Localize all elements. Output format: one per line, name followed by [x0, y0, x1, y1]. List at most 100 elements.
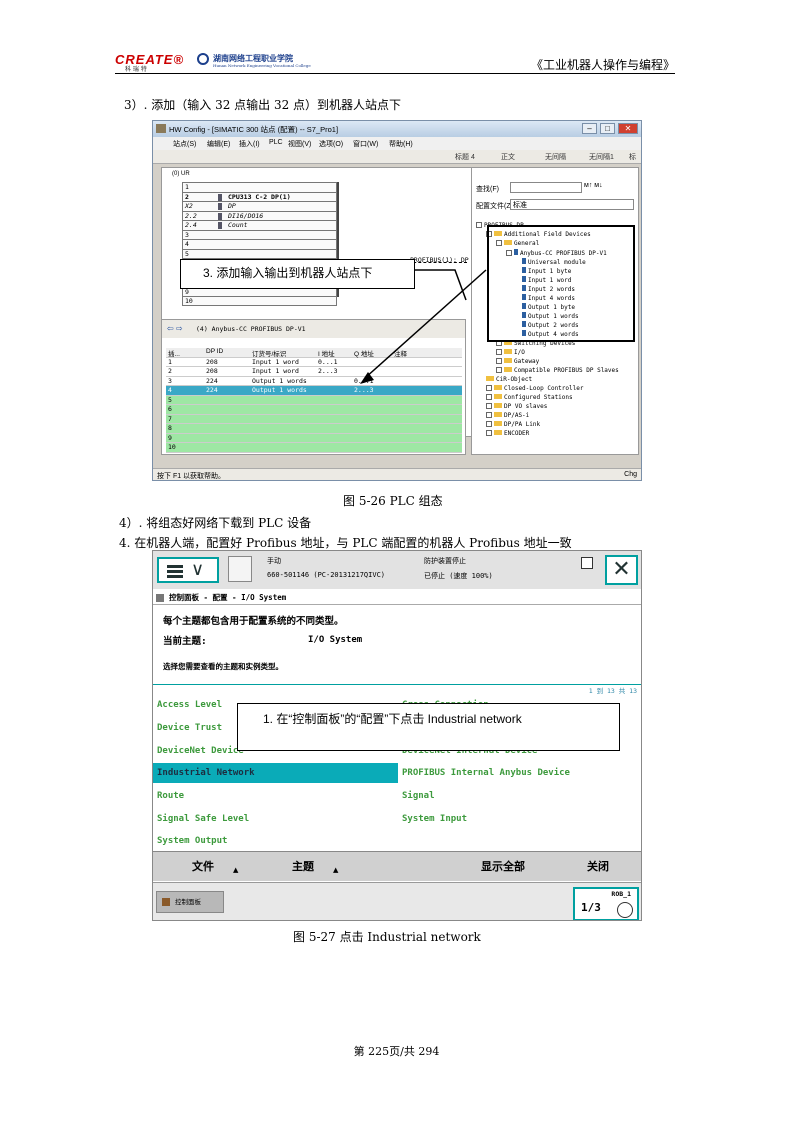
create-logo-subtitle: 科 瑞 特	[125, 66, 147, 73]
table-row[interactable]: 1 208 Input 1 word 0...1	[166, 357, 462, 367]
safety-status: 防护装置停止	[424, 557, 466, 565]
table-row[interactable]: 6	[166, 405, 462, 415]
nav-arrows-icon[interactable]: ⇦ ⇨	[167, 324, 183, 333]
close-button[interactable]: ✕	[605, 555, 638, 585]
menu-view[interactable]: 视图(V)	[288, 139, 311, 149]
style-body[interactable]: 正文	[501, 152, 515, 162]
table-row[interactable]: 9	[166, 433, 462, 443]
style-no-spacing-1[interactable]: 无间隔1	[589, 152, 614, 162]
cell-slot: 10	[168, 443, 176, 451]
cell-dp-id: 208	[206, 357, 218, 366]
rack-slot: X2	[185, 202, 193, 210]
list-item-route[interactable]: Route	[153, 786, 398, 806]
rack-row[interactable]: 4	[182, 239, 337, 249]
menu-edit[interactable]: 编辑(E)	[207, 139, 230, 149]
status-header: ∨ 手动 660-501146 (PC-20131217QIVC) 防护装置停止…	[153, 551, 641, 589]
tree-item[interactable]: DP/AS-i	[486, 412, 529, 419]
user-icon[interactable]	[228, 556, 252, 582]
show-all-button[interactable]: 显示全部	[453, 852, 553, 882]
minimize-button[interactable]: –	[582, 123, 597, 134]
profile-select[interactable]: 标准	[510, 199, 634, 210]
maximize-button[interactable]: □	[600, 123, 615, 134]
rack-row[interactable]: 2.2 DI16/DO16	[182, 210, 337, 220]
description-text: 每个主题都包含用于配置系统的不同类型。	[163, 616, 344, 627]
current-topic-label: 当前主题:	[163, 636, 207, 647]
folder-icon	[494, 394, 502, 399]
rack-row[interactable]: X2 DP	[182, 201, 337, 211]
rack-slot: 5	[185, 249, 189, 258]
book-title: 《工业机器人操作与编程》	[530, 58, 675, 72]
rack-slot: 2.4	[185, 221, 197, 229]
tree-item[interactable]: Configured Stations	[486, 394, 573, 401]
find-buttons[interactable]: ᴍ↑ ᴍ↓	[584, 182, 603, 189]
style-no-spacing[interactable]: 无间隔	[545, 152, 566, 162]
quickset-button[interactable]: ROB_1 1/3	[573, 887, 639, 920]
table-row[interactable]: 2 208 Input 1 word 2...3	[166, 367, 462, 377]
menu-station[interactable]: 站点(S)	[173, 139, 196, 149]
table-row[interactable]: 8	[166, 424, 462, 434]
cell-slot: 8	[168, 424, 172, 432]
menu-insert[interactable]: 插入(I)	[239, 139, 260, 149]
table-row[interactable]: 10	[166, 443, 462, 453]
table-row[interactable]: 5	[166, 395, 462, 405]
menu-bar-line	[167, 570, 183, 573]
item-count: 1 到 13 共 13	[588, 687, 637, 695]
file-button[interactable]: 文件 ▲	[153, 852, 253, 882]
rack-row[interactable]: 5	[182, 248, 337, 258]
expand-icon	[486, 385, 492, 391]
rack-row[interactable]: 3	[182, 229, 337, 239]
tree-item[interactable]: DP VO slaves	[486, 403, 547, 410]
tree-item[interactable]: ENCODER	[486, 430, 529, 437]
rack-row[interactable]: 2 CPU313 C-2 DP(1)	[182, 191, 337, 201]
tree-item[interactable]: CiR-Object	[486, 376, 532, 383]
list-item-signal-safe-level[interactable]: Signal Safe Level	[153, 809, 398, 829]
rack-row[interactable]: 10	[182, 296, 337, 306]
find-label: 查找(F)	[476, 186, 499, 193]
topic-button[interactable]: 主题 ▲	[253, 852, 353, 882]
slot-detail-view: ⇦ ⇨ (4) Anybus-CC PROFIBUS DP-V1 插... DP…	[161, 319, 466, 455]
list-item-system-output[interactable]: System Output	[153, 831, 398, 851]
table-row[interactable]: 3 224 Output 1 words 0...1	[166, 377, 462, 386]
folder-icon	[504, 367, 512, 372]
cell-slot: 6	[168, 405, 172, 413]
current-topic-value: I/O System	[308, 635, 363, 645]
tree-item[interactable]: Closed-Loop Controller	[486, 385, 583, 392]
col-q-address: Q 地址	[354, 351, 374, 358]
menu-options[interactable]: 选项(O)	[319, 139, 343, 149]
app-icon	[156, 124, 166, 133]
list-item-industrial-network[interactable]: Industrial Network	[153, 763, 398, 783]
control-panel-task-button[interactable]: 控制面板	[156, 891, 224, 913]
cell-dp-id: 208	[206, 367, 218, 375]
rack-module: CPU313 C-2 DP(1)	[228, 192, 291, 201]
menu-window[interactable]: 窗口(W)	[353, 139, 378, 149]
close-button[interactable]: ✕	[618, 123, 638, 134]
find-input[interactable]	[510, 182, 582, 193]
cell-slot: 4	[168, 386, 172, 394]
list-item-system-input[interactable]: System Input	[398, 809, 641, 829]
menu-plc[interactable]: PLC	[269, 139, 283, 146]
main-menu-button[interactable]: ∨	[157, 557, 219, 583]
controller-id: 660-501146 (PC-20131217QIVC)	[267, 571, 386, 579]
cell-i-address: 0...1	[318, 357, 338, 366]
table-row[interactable]: 7	[166, 414, 462, 424]
tree-item[interactable]: Gateway	[496, 358, 539, 365]
expand-icon	[486, 412, 492, 418]
detail-header: ⇦ ⇨ (4) Anybus-CC PROFIBUS DP-V1	[162, 320, 465, 338]
list-item-profibus-internal[interactable]: PROFIBUS Internal Anybus Device	[398, 763, 641, 783]
rack-row[interactable]: 2.4 Count	[182, 220, 337, 230]
tree-item[interactable]: I/O	[496, 349, 525, 356]
edit-icon[interactable]	[581, 557, 593, 569]
table-row-selected[interactable]: 4 224 Output 1 words 2...3	[166, 386, 462, 396]
expand-icon	[496, 349, 502, 355]
rack-slot: 1	[185, 183, 189, 191]
menu-help[interactable]: 帮助(H)	[389, 139, 413, 149]
close-panel-button[interactable]: 关闭	[553, 852, 641, 882]
rack-row[interactable]: 1	[182, 182, 337, 192]
style-more[interactable]: 标	[629, 152, 636, 162]
style-heading4[interactable]: 标题 4	[455, 152, 475, 162]
menu-bar-line	[167, 575, 183, 578]
tree-item[interactable]: DP/PA Link	[486, 421, 540, 428]
rack-slot: 3	[185, 230, 189, 239]
tree-item[interactable]: Compatible PROFIBUS DP Slaves	[496, 367, 619, 374]
list-item-signal[interactable]: Signal	[398, 786, 641, 806]
